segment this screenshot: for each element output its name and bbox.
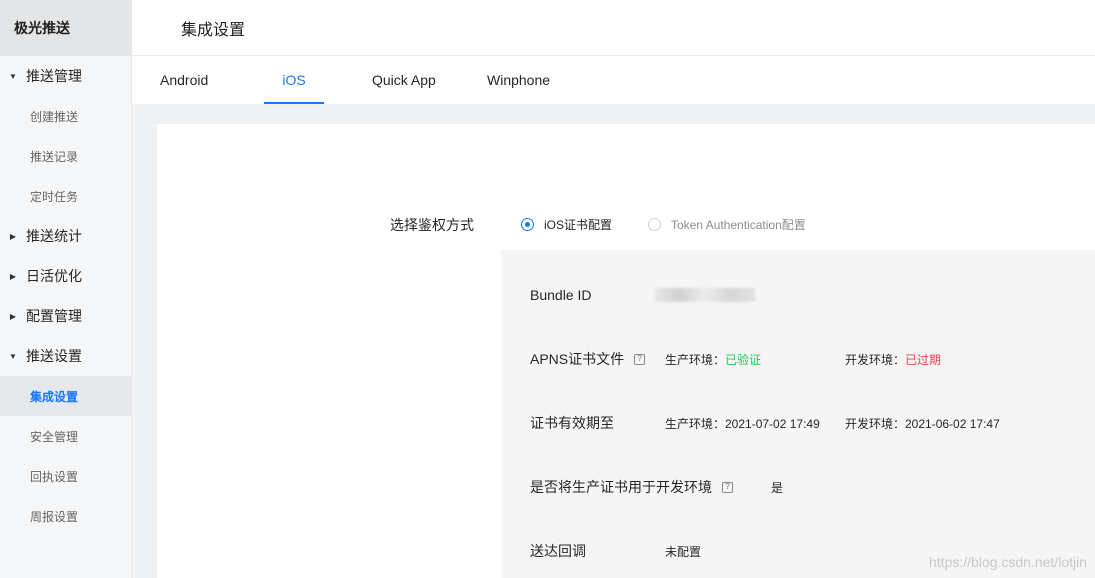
row-use-prod-for-dev: 是否将生产证书用于开发环境 ? 是 [501,477,1095,497]
help-icon[interactable]: ? [634,353,646,365]
sidebar-group-label: 日活优化 [26,268,82,284]
validity-production: 生产环境：2021-07-02 17:49 [665,416,820,431]
brand-logo: 极光推送 [0,0,131,56]
apns-development-status: 开发环境：已过期 [845,351,941,368]
sidebar-menu: ▼ 推送管理 创建推送 推送记录 定时任务 ▶ 推送统计 ▶ 日活优化 ▶ 配置… [0,56,131,536]
apns-label: APNS证书文件 [530,351,625,367]
apns-development-prefix: 开发环境： [845,352,906,367]
apns-development-expired: 已过期 [905,352,942,367]
caret-right-icon: ▶ [9,271,17,281]
certificate-config-panel: Bundle ID APNS证书文件 ? 生产环境：已验证 开发环境：已过期 证… [501,250,1095,578]
sidebar-group-push-settings[interactable]: ▼ 推送设置 [0,336,131,376]
help-icon[interactable]: ? [722,481,733,493]
sidebar-item-push-records[interactable]: 推送记录 [0,136,131,176]
apns-production-status: 生产环境：已验证 [665,351,761,368]
sidebar-item-weekly-report-settings[interactable]: 周报设置 [0,496,131,536]
radio-ios-certificate[interactable]: iOS证书配置 [521,216,612,233]
sidebar-group-label: 推送统计 [26,228,82,244]
radio-label: Token Authentication配置 [671,218,806,232]
radio-token-authentication[interactable]: Token Authentication配置 [648,216,806,233]
row-bundle-id: Bundle ID [501,285,1095,305]
validity-development: 开发环境：2021-06-02 17:47 [845,416,1000,431]
sidebar: 极光推送 ▼ 推送管理 创建推送 推送记录 定时任务 ▶ 推送统计 ▶ 日活优化… [0,0,132,578]
caret-right-icon: ▶ [9,311,17,321]
row-certificate-validity: 证书有效期至 生产环境：2021-07-02 17:49 开发环境：2021-0… [501,413,1095,433]
sidebar-group-label: 配置管理 [26,308,82,324]
platform-tabs: Android iOS Quick App Winphone [132,56,1095,104]
sidebar-item-security-management[interactable]: 安全管理 [0,416,131,456]
watermark: https://blog.csdn.net/lotjin [929,554,1087,570]
use-prod-label-group: 是否将生产证书用于开发环境 ? [530,477,733,497]
radio-label: iOS证书配置 [544,218,613,232]
sidebar-group-label: 推送设置 [26,348,82,364]
bundle-id-label: Bundle ID [530,287,592,303]
sidebar-group-push-stats[interactable]: ▶ 推送统计 [0,216,131,256]
apns-label-group: APNS证书文件 ? [530,349,646,369]
page-title: 集成设置 [181,21,246,39]
page-header: 集成设置 [132,0,1095,56]
sidebar-item-receipt-settings[interactable]: 回执设置 [0,456,131,496]
use-prod-value: 是 [771,480,784,495]
sidebar-group-config-management[interactable]: ▶ 配置管理 [0,296,131,336]
settings-card: 选择鉴权方式 iOS证书配置 Token Authentication配置 Bu… [157,124,1095,578]
use-prod-label: 是否将生产证书用于开发环境 [530,479,712,495]
auth-method-label: 选择鉴权方式 [390,217,474,233]
radio-checked-icon [521,218,534,231]
tab-android[interactable]: Android [160,56,208,104]
sidebar-item-scheduled-tasks[interactable]: 定时任务 [0,176,131,216]
tab-winphone[interactable]: Winphone [487,56,550,104]
apns-production-prefix: 生产环境： [665,352,726,367]
callback-label: 送达回调 [530,543,586,559]
apns-production-verified: 已验证 [725,352,762,367]
caret-down-icon: ▼ [9,71,17,81]
sidebar-group-label: 推送管理 [26,68,82,84]
tab-quick-app[interactable]: Quick App [372,56,436,104]
caret-right-icon: ▶ [9,231,17,241]
row-apns-certificate: APNS证书文件 ? 生产环境：已验证 开发环境：已过期 [501,349,1095,369]
sidebar-group-dau-optimization[interactable]: ▶ 日活优化 [0,256,131,296]
radio-unchecked-icon [648,218,661,231]
caret-down-icon: ▼ [9,351,17,361]
validity-label: 证书有效期至 [530,415,614,431]
sidebar-item-integration-settings[interactable]: 集成设置 [0,376,131,416]
bundle-id-value-redacted [655,288,755,302]
callback-value: 未配置 [665,544,702,559]
tab-ios[interactable]: iOS [264,56,324,104]
sidebar-item-create-push[interactable]: 创建推送 [0,96,131,136]
sidebar-group-push-management[interactable]: ▼ 推送管理 [0,56,131,96]
